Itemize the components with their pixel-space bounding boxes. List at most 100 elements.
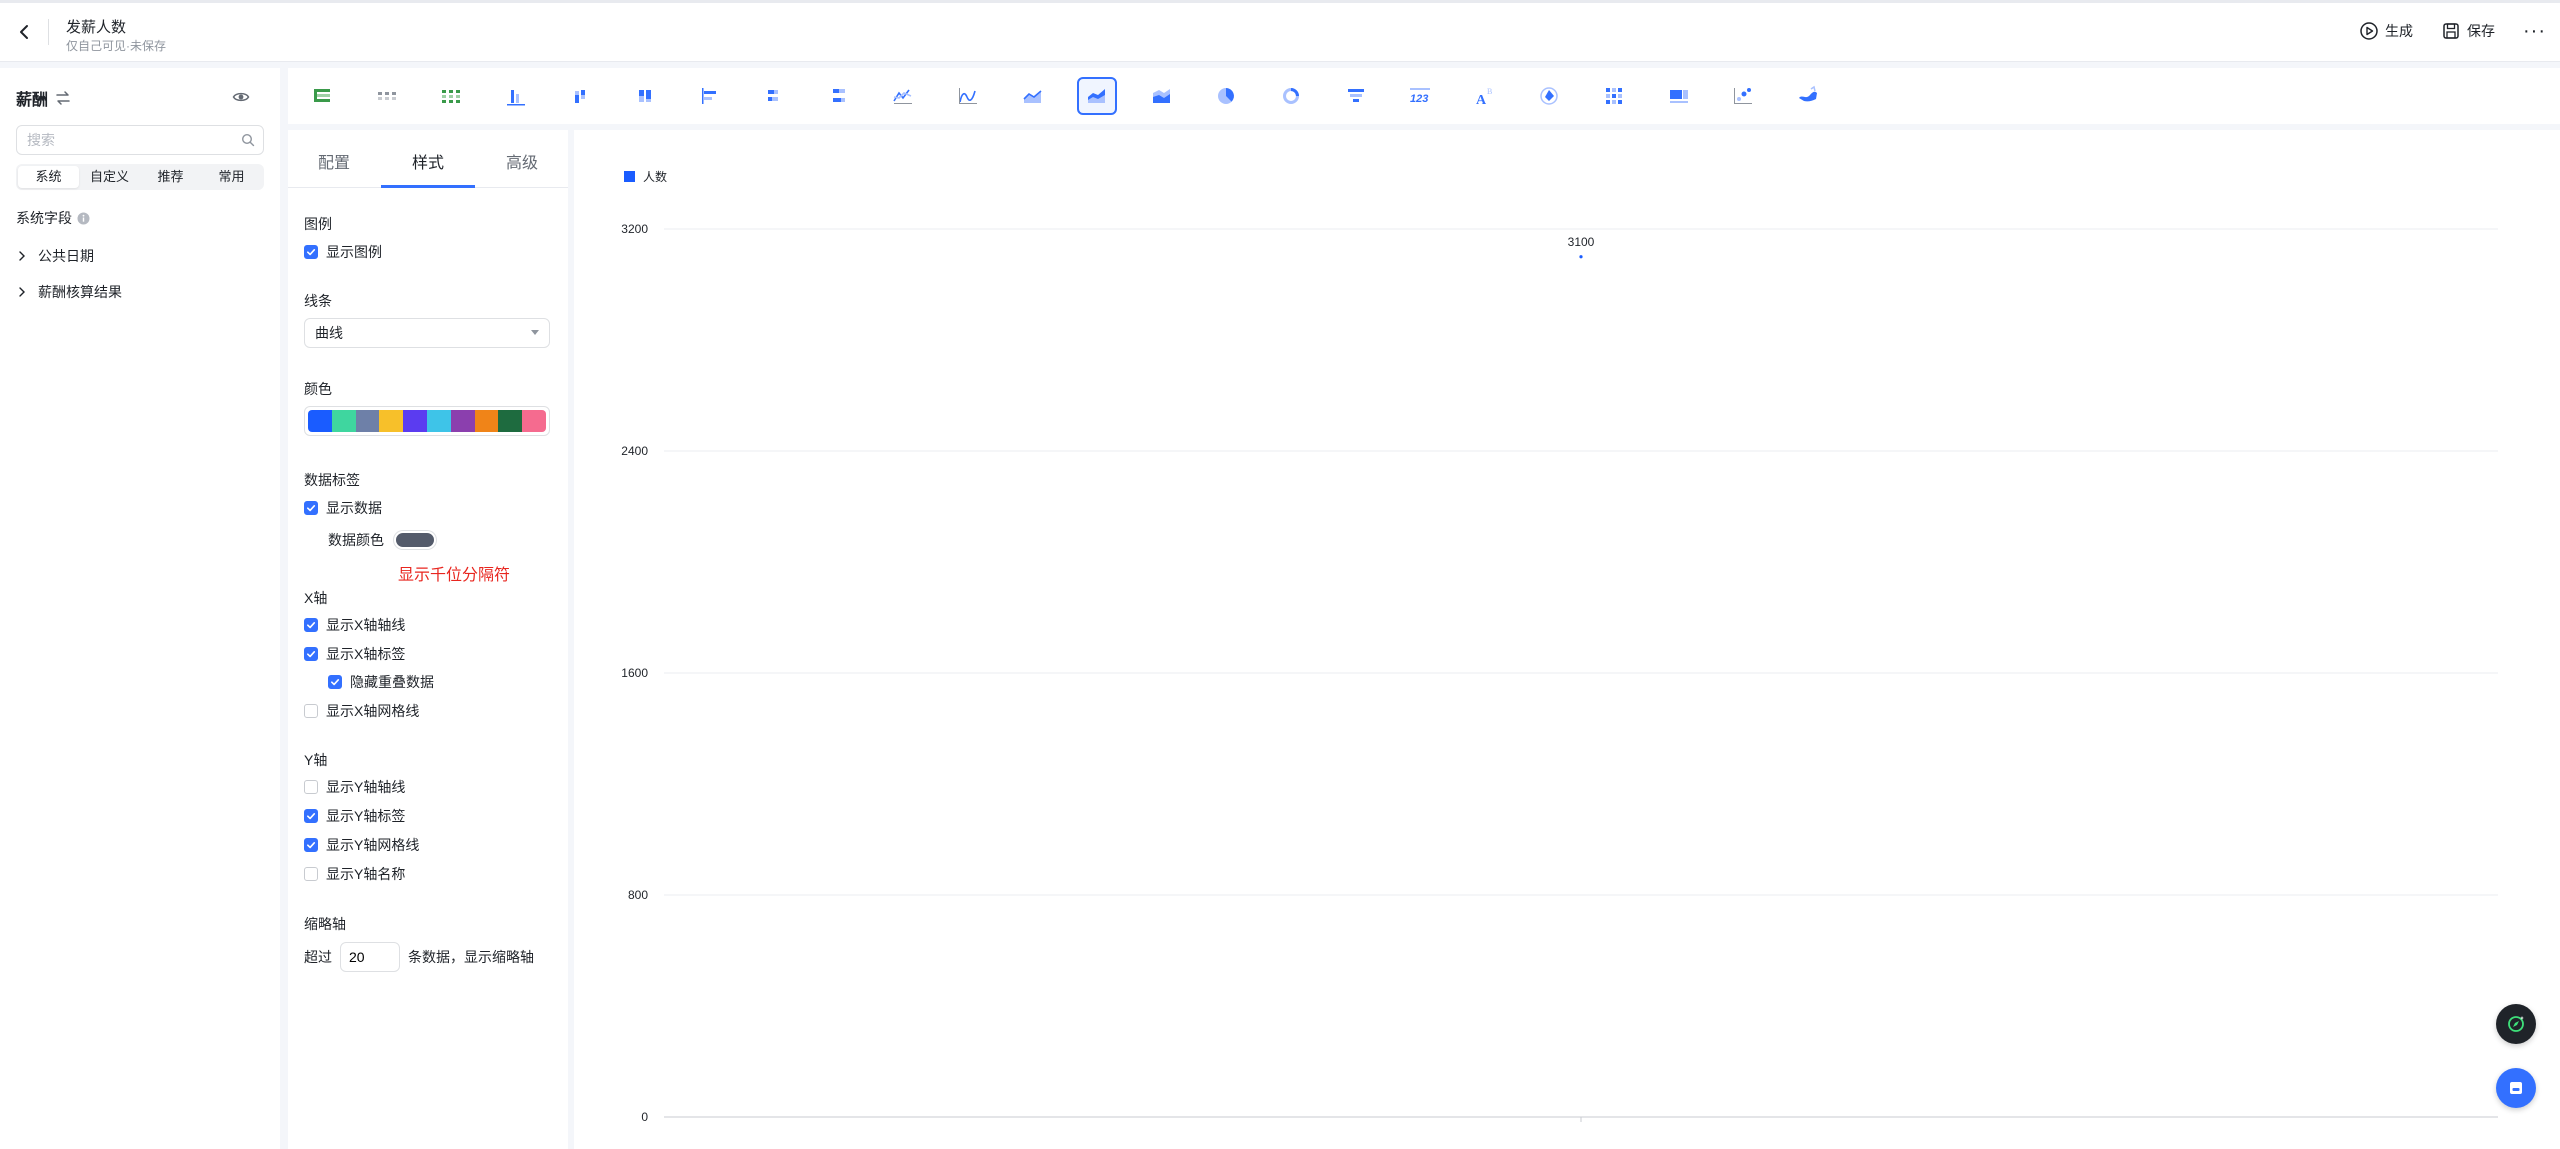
y-tick-label: 3200 — [621, 222, 648, 236]
header-actions: 生成 保存 ··· — [2359, 21, 2546, 41]
x-axis-option-3-checkbox[interactable]: 隐藏重叠数据 — [328, 672, 434, 692]
column-chart-icon — [506, 90, 525, 106]
color-palette-picker[interactable] — [304, 406, 550, 436]
checkbox-checked-icon — [304, 245, 318, 259]
chart-type-stacked-column[interactable] — [560, 77, 600, 115]
line-chart-icon — [893, 89, 913, 104]
chart-type-table[interactable] — [302, 77, 342, 115]
x-axis-option-4-checkbox[interactable]: 显示X轴网格线 — [304, 701, 419, 721]
thumb-prefix: 超过 — [304, 949, 332, 965]
back-icon[interactable] — [14, 21, 36, 43]
generate-button[interactable]: 生成 — [2359, 21, 2413, 41]
chart-type-area-chart[interactable] — [1013, 77, 1053, 115]
thumb-suffix: 条数据，显示缩略轴 — [408, 949, 534, 965]
help-button[interactable] — [2496, 1068, 2536, 1108]
top-bar: 发薪人数 仅自己可见·未保存 生成 保存 ··· — [0, 0, 2560, 62]
tab-advanced[interactable]: 高级 — [506, 149, 538, 173]
switch-icon[interactable] — [54, 89, 72, 107]
table-icon — [314, 89, 330, 102]
stacked-bar-icon — [768, 90, 779, 101]
chart-type-bar-chart[interactable] — [690, 77, 730, 115]
chart-type-map-chart[interactable] — [1788, 77, 1828, 115]
chart-type-stacked-area[interactable] — [1077, 77, 1118, 115]
tree-item-salary-result[interactable]: 薪酬核算结果 — [16, 282, 122, 302]
chart-canvas: 人数 0 800 1600 2400 3200 3100 — [574, 130, 2560, 1149]
line-style-select[interactable]: 曲线 — [304, 318, 550, 348]
eye-icon[interactable] — [232, 88, 250, 106]
checkbox-checked-icon — [304, 809, 318, 823]
chart-type-scatter-chart[interactable] — [1723, 77, 1763, 115]
radar-chart-icon — [1540, 87, 1559, 105]
search-input[interactable] — [17, 126, 227, 154]
y-tick-label: 2400 — [621, 444, 648, 458]
stacked-column-icon — [575, 90, 586, 103]
search-icon[interactable] — [241, 133, 255, 147]
chart-type-indicator-card[interactable]: 123 — [1400, 77, 1440, 115]
chart-type-word-cloud[interactable]: AB — [1465, 77, 1505, 115]
save-icon — [2443, 23, 2459, 39]
y-axis-option-2-checkbox[interactable]: 显示Y轴标签 — [304, 806, 405, 826]
tab-custom[interactable]: 自定义 — [79, 166, 140, 188]
chart-type-radar-chart[interactable] — [1529, 77, 1569, 115]
chart-type-detail-table[interactable] — [367, 77, 407, 115]
word-cloud-icon: AB — [1476, 87, 1492, 108]
dataset-title[interactable]: 薪酬 — [16, 86, 72, 110]
tab-common[interactable]: 常用 — [201, 166, 262, 188]
dataset-name: 薪酬 — [16, 92, 49, 109]
y-axis-option-1-checkbox[interactable]: 显示Y轴轴线 — [304, 777, 405, 797]
thumb-axis-section-title: 缩略轴 — [304, 916, 346, 932]
checkbox-checked-icon — [304, 838, 318, 852]
percent-column-icon — [639, 90, 651, 102]
x-axis-option-2-checkbox[interactable]: 显示X轴标签 — [304, 644, 405, 664]
chart-type-stacked-bar[interactable] — [754, 77, 794, 115]
tab-config[interactable]: 配置 — [318, 149, 350, 173]
chart-type-funnel-chart[interactable] — [1336, 77, 1376, 115]
line-section-title: 线条 — [304, 293, 332, 309]
chart-type-percent-column[interactable] — [625, 77, 665, 115]
chart-type-percent-bar[interactable] — [819, 77, 859, 115]
chart-type-line-chart[interactable] — [883, 77, 923, 115]
data-color-label: 数据颜色 — [328, 532, 384, 548]
palette-color-1 — [308, 410, 332, 432]
area-chart: 0 800 1600 2400 3200 3100 — [621, 222, 2498, 1124]
y-axis-option-3-checkbox[interactable]: 显示Y轴网格线 — [304, 835, 419, 855]
chart-type-percent-area[interactable] — [1142, 77, 1182, 115]
x-axis-section-title: X轴 — [304, 590, 328, 606]
save-label: 保存 — [2467, 23, 2496, 39]
tab-recommended[interactable]: 推荐 — [140, 166, 201, 188]
search-box — [16, 125, 264, 155]
info-icon[interactable] — [77, 212, 90, 225]
percent-area-icon — [1152, 89, 1170, 103]
thumb-threshold-input[interactable] — [340, 942, 400, 972]
show-data-checkbox[interactable]: 显示数据 — [304, 498, 382, 518]
save-button[interactable]: 保存 — [2441, 21, 2495, 41]
ai-assistant-button[interactable] — [2496, 1004, 2536, 1044]
chart-type-smooth-line[interactable] — [948, 77, 988, 115]
chart-type-heatmap[interactable] — [1594, 77, 1634, 115]
chart-type-combo-chart[interactable] — [1659, 77, 1699, 115]
chart-type-column-chart[interactable] — [496, 77, 536, 115]
field-category-tabs: 系统 自定义 推荐 常用 — [16, 164, 264, 190]
chart-type-donut-chart[interactable] — [1271, 77, 1311, 115]
pie-chart-icon — [1218, 88, 1235, 104]
data-color-swatch[interactable] — [394, 531, 436, 549]
chart-type-pie-chart[interactable] — [1206, 77, 1246, 115]
chart-type-pivot-table[interactable] — [431, 77, 471, 115]
svg-text:B: B — [1487, 87, 1492, 96]
show-legend-checkbox[interactable]: 显示图例 — [304, 242, 382, 262]
checkbox-unchecked-icon — [304, 780, 318, 794]
palette-color-6 — [426, 410, 451, 432]
chat-icon — [2510, 1082, 2522, 1094]
tab-system[interactable]: 系统 — [18, 166, 79, 188]
x-axis-option-1-checkbox[interactable]: 显示X轴轴线 — [304, 615, 405, 635]
checkbox-checked-icon — [304, 647, 318, 661]
active-tab-indicator — [381, 185, 475, 188]
palette-color-7 — [450, 410, 475, 432]
more-icon[interactable]: ··· — [2523, 21, 2546, 41]
palette-color-5 — [403, 410, 427, 432]
tree-item-public-date[interactable]: 公共日期 — [16, 246, 94, 266]
indicator-card-icon: 123 — [1410, 88, 1431, 105]
y-axis-option-4-checkbox[interactable]: 显示Y轴名称 — [304, 864, 405, 884]
tab-style[interactable]: 样式 — [412, 149, 444, 173]
play-circle-icon — [2360, 22, 2378, 40]
